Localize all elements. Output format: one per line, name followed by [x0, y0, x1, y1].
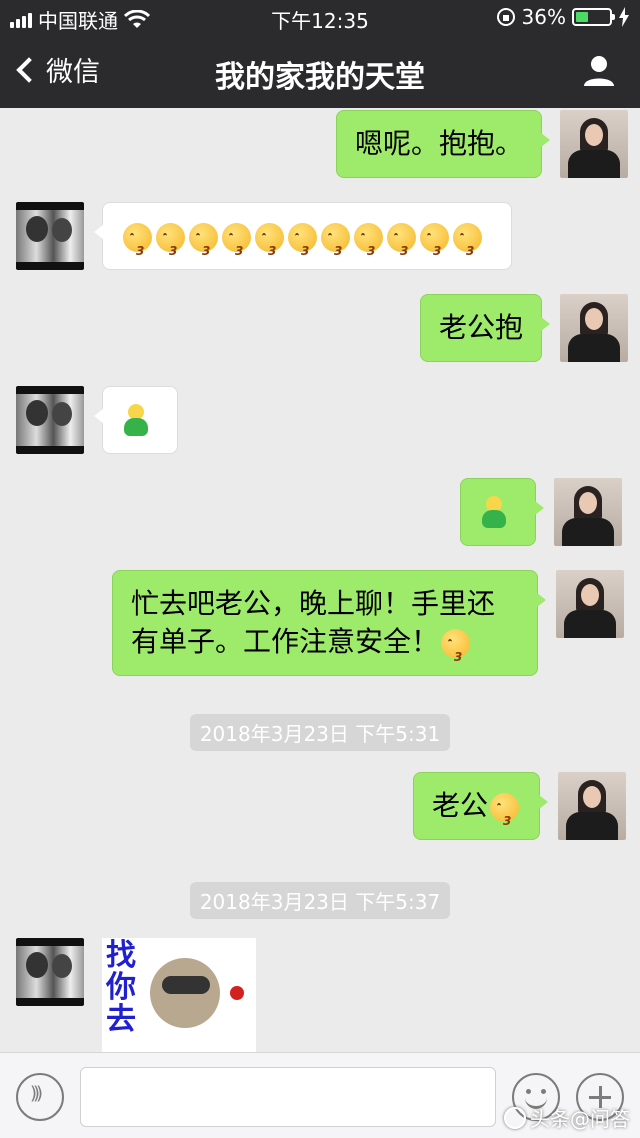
- avatar[interactable]: [554, 478, 622, 546]
- avatar[interactable]: [560, 110, 629, 178]
- green-man-sticker-icon: [479, 496, 509, 530]
- avatar[interactable]: [560, 294, 629, 362]
- message-text: 忙去吧老公，晚上聊！手里还有单子。工作注意安全！: [131, 587, 496, 658]
- message-input[interactable]: [80, 1067, 496, 1127]
- message-bubble[interactable]: [94, 202, 512, 270]
- input-bar: 头条@问答: [0, 1052, 640, 1138]
- avatar[interactable]: [556, 570, 624, 638]
- message-row: 找你去: [16, 938, 256, 1052]
- message-bubble[interactable]: 老公抱: [420, 294, 551, 362]
- message-bubble[interactable]: 老公: [413, 772, 549, 840]
- watermark-logo-icon: [504, 1106, 526, 1129]
- message-text: 老公抱: [439, 311, 524, 344]
- message-text: 老公: [432, 789, 489, 822]
- message-row: 忙去吧老公，晚上聊！手里还有单子。工作注意安全！: [112, 570, 624, 676]
- battery-icon: [572, 8, 615, 26]
- timestamp: 2018年3月23日 下午5:31: [0, 714, 640, 751]
- chat-area[interactable]: 嗯呢。抱抱。 老公抱 忙去吧老公，晚上聊！手里还有单子。工作注意安全！ 2018: [0, 108, 640, 1052]
- message-row: [16, 386, 178, 454]
- top-bar: 中国联通 下午12:35 36% 微信 我的家我的天堂: [0, 0, 640, 108]
- nav-bar: 微信 我的家我的天堂: [0, 40, 640, 104]
- message-text: 嗯呢。抱抱。: [355, 127, 524, 160]
- battery-percent: 36%: [521, 5, 566, 29]
- voice-icon[interactable]: [16, 1073, 64, 1121]
- rotation-lock-icon: [496, 8, 515, 26]
- message-row: 老公: [413, 772, 627, 840]
- chat-title: 我的家我的天堂: [215, 60, 425, 95]
- message-row: [16, 202, 512, 270]
- kissing-face-icon: [490, 792, 520, 840]
- status-bar: 中国联通 下午12:35 36%: [0, 0, 640, 34]
- kissing-face-icon: [121, 219, 484, 270]
- sticker-text: 找你去: [106, 938, 136, 1037]
- raccoon-rose-sticker[interactable]: 找你去: [102, 938, 256, 1052]
- message-row: 嗯呢。抱抱。: [336, 110, 629, 178]
- charging-icon: [619, 7, 629, 27]
- message-bubble[interactable]: [460, 478, 544, 546]
- kissing-face-icon: [441, 628, 471, 676]
- avatar[interactable]: [558, 772, 627, 840]
- person-icon[interactable]: [582, 54, 616, 88]
- status-right: 36%: [496, 5, 630, 29]
- message-bubble[interactable]: 忙去吧老公，晚上聊！手里还有单子。工作注意安全！: [112, 570, 546, 676]
- green-man-sticker-icon: [121, 404, 151, 438]
- message-row: 老公抱: [420, 294, 629, 362]
- watermark: 头条@问答: [504, 1103, 630, 1132]
- message-bubble[interactable]: [94, 386, 178, 454]
- message-row: [460, 478, 622, 546]
- avatar[interactable]: [16, 386, 84, 454]
- avatar[interactable]: [16, 938, 84, 1006]
- message-bubble[interactable]: 嗯呢。抱抱。: [336, 110, 551, 178]
- avatar[interactable]: [16, 202, 84, 270]
- timestamp: 2018年3月23日 下午5:37: [0, 882, 640, 919]
